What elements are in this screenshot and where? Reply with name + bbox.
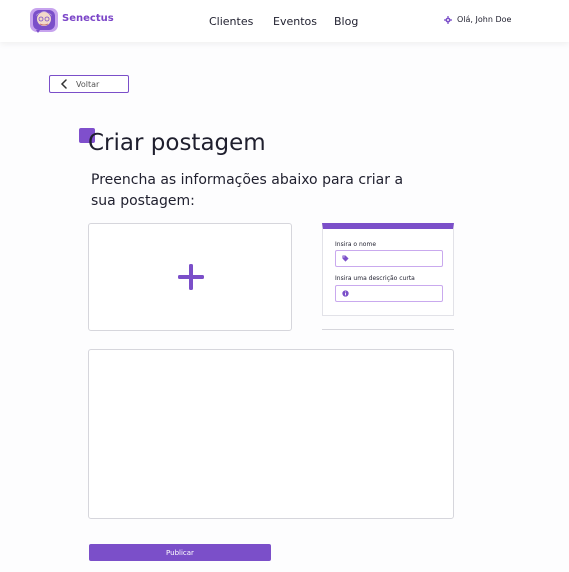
back-label: Voltar <box>76 79 100 89</box>
post-content-textarea[interactable] <box>88 349 454 519</box>
top-header: Senectus Clientes Eventos Blog Olá, John… <box>0 0 569 42</box>
image-upload-area[interactable] <box>88 223 292 331</box>
description-label: Insira uma descrição curta <box>335 275 415 282</box>
description-field[interactable] <box>335 285 443 302</box>
user-menu[interactable]: Olá, John Doe <box>444 15 511 24</box>
grandma-avatar-icon[interactable] <box>29 6 59 34</box>
info-icon <box>342 290 349 297</box>
name-label: Insira o nome <box>335 241 377 248</box>
nav-eventos[interactable]: Eventos <box>273 15 317 28</box>
page-title: Criar postagem <box>88 130 266 156</box>
brand-name[interactable]: Senectus <box>62 13 114 24</box>
chevron-left-icon <box>60 79 67 89</box>
user-greeting: Olá, John Doe <box>457 15 512 24</box>
nav-blog[interactable]: Blog <box>334 15 358 28</box>
name-field[interactable] <box>335 250 443 267</box>
back-button[interactable]: Voltar <box>49 75 129 93</box>
page-subtitle: Preencha as informações abaixo para cria… <box>91 172 404 209</box>
plus-icon <box>178 264 204 290</box>
publish-button[interactable]: Publicar <box>89 544 271 561</box>
settings-icon <box>444 15 452 24</box>
tag-icon <box>342 255 349 262</box>
nav-clientes[interactable]: Clientes <box>209 15 253 28</box>
card-divider <box>322 329 454 330</box>
post-info-card: Insira o nome Insira uma descrição curta <box>322 223 454 316</box>
